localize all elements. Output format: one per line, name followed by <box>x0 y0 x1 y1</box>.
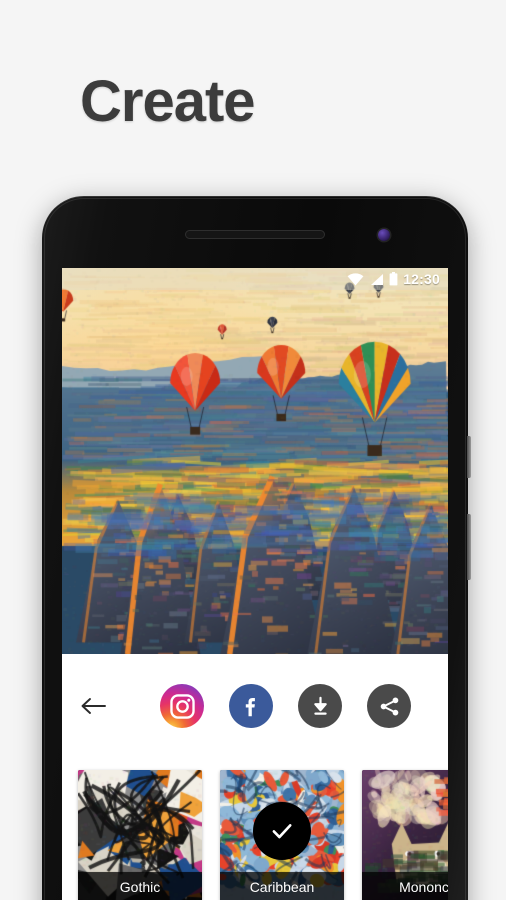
power-button[interactable] <box>467 436 471 478</box>
filter-item-caribbean[interactable]: Caribbean <box>220 770 344 900</box>
share-icon <box>380 696 398 716</box>
filter-item-mononc[interactable]: Mononc <box>362 770 448 900</box>
instagram-icon <box>169 693 195 719</box>
speaker-grille-icon <box>185 230 325 239</box>
facebook-share-button[interactable] <box>229 684 273 728</box>
wifi-icon <box>347 272 364 285</box>
facebook-icon <box>245 697 255 717</box>
download-icon <box>313 696 327 715</box>
status-bar: 12:30 <box>62 268 448 290</box>
download-button[interactable] <box>298 684 342 728</box>
status-clock: 12:30 <box>403 271 440 287</box>
share-button-group <box>160 684 411 728</box>
battery-icon <box>389 272 398 286</box>
check-icon <box>272 823 292 839</box>
phone-screen: 12:30 Gothic Caribbean Mononc <box>62 268 448 900</box>
filter-label: Gothic <box>78 872 202 900</box>
cellular-signal-icon <box>371 273 384 285</box>
edited-photo-preview[interactable]: 12:30 <box>62 268 448 654</box>
back-button[interactable] <box>76 689 110 723</box>
filter-selected-check <box>253 801 311 860</box>
filter-strip[interactable]: Gothic Caribbean Mononc <box>62 758 448 900</box>
photo-canvas <box>62 268 448 654</box>
phone-device-frame: 12:30 Gothic Caribbean Mononc <box>42 196 471 900</box>
front-camera-icon <box>378 229 390 241</box>
share-toolbar <box>62 654 448 758</box>
back-arrow-icon <box>81 698 106 714</box>
share-button[interactable] <box>367 684 411 728</box>
volume-button[interactable] <box>467 514 471 580</box>
page-title: Create <box>80 69 256 134</box>
filter-label: Caribbean <box>220 872 344 900</box>
filter-item-gothic[interactable]: Gothic <box>78 770 202 900</box>
filter-label: Mononc <box>362 872 448 900</box>
instagram-share-button[interactable] <box>160 684 204 728</box>
